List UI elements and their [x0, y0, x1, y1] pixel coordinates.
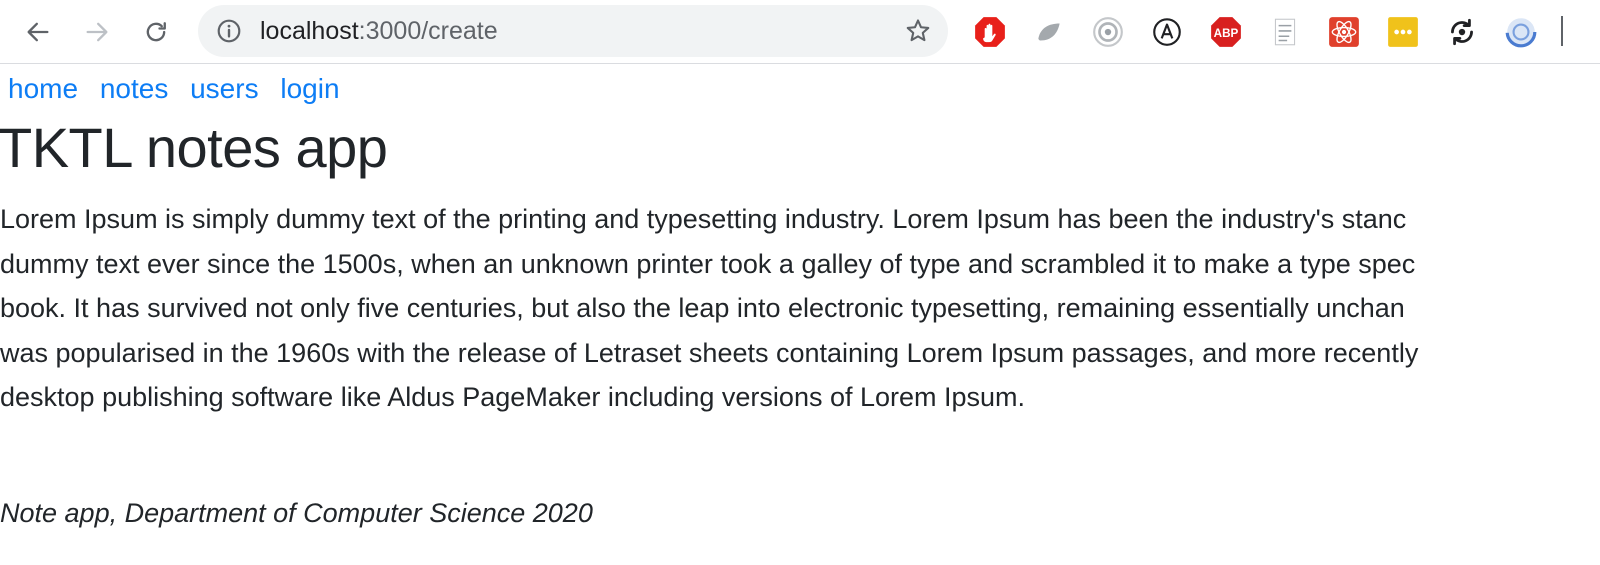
footer-text: Note app, Department of Computer Science… — [0, 498, 593, 528]
lorem-line: was popularised in the 1960s with the re… — [0, 337, 1419, 368]
nav-link-users[interactable]: users — [190, 73, 258, 104]
nav-link-notes[interactable]: notes — [100, 73, 169, 104]
reload-button[interactable] — [136, 12, 176, 52]
nav-link-login[interactable]: login — [280, 73, 339, 104]
nav-menu: home notes users login — [8, 71, 354, 107]
abp-extension-icon[interactable]: ABP — [1208, 14, 1244, 50]
target-extension-icon[interactable] — [1090, 14, 1126, 50]
password-manager-icon[interactable] — [1385, 14, 1421, 50]
url-host: localhost — [260, 17, 359, 45]
url-path: :3000/create — [358, 17, 498, 45]
lorem-line: Lorem Ipsum is simply dummy text of the … — [0, 204, 1407, 234]
leaf-extension-icon[interactable] — [1031, 14, 1067, 50]
forward-arrow-icon — [86, 22, 108, 42]
page-title: TKTL notes app — [0, 116, 388, 179]
site-info-icon[interactable] — [216, 18, 242, 44]
lorem-line: book. It has survived not only five cent… — [0, 293, 1405, 323]
circle-a-extension-icon[interactable] — [1149, 14, 1185, 50]
lorem-line: desktop publishing software like Aldus P… — [0, 382, 1026, 412]
lorem-paragraph: Lorem Ipsum is simply dummy text of the … — [0, 197, 1600, 420]
adblock-hand-icon[interactable] — [972, 14, 1008, 50]
reload-icon — [146, 22, 166, 42]
checklist-extension-icon[interactable] — [1267, 14, 1303, 50]
svg-text:ABP: ABP — [1214, 27, 1239, 40]
lorem-line: dummy text ever since the 1500s, when an… — [0, 248, 1416, 279]
back-button[interactable] — [18, 12, 58, 52]
sync-extension-icon[interactable] — [1444, 14, 1480, 50]
blue-circle-extension-icon[interactable] — [1503, 14, 1539, 50]
forward-button[interactable] — [77, 12, 117, 52]
nav-link-home[interactable]: home — [8, 73, 78, 104]
toolbar-edge — [1561, 16, 1563, 46]
back-arrow-icon — [27, 22, 49, 42]
address-bar[interactable]: localhost:3000/create — [198, 5, 948, 57]
url-text[interactable]: localhost:3000/create — [260, 18, 498, 44]
bookmark-star-icon[interactable] — [904, 17, 932, 45]
browser-toolbar: localhost:3000/create ABP — [0, 0, 1600, 64]
react-devtools-icon[interactable] — [1326, 14, 1362, 50]
